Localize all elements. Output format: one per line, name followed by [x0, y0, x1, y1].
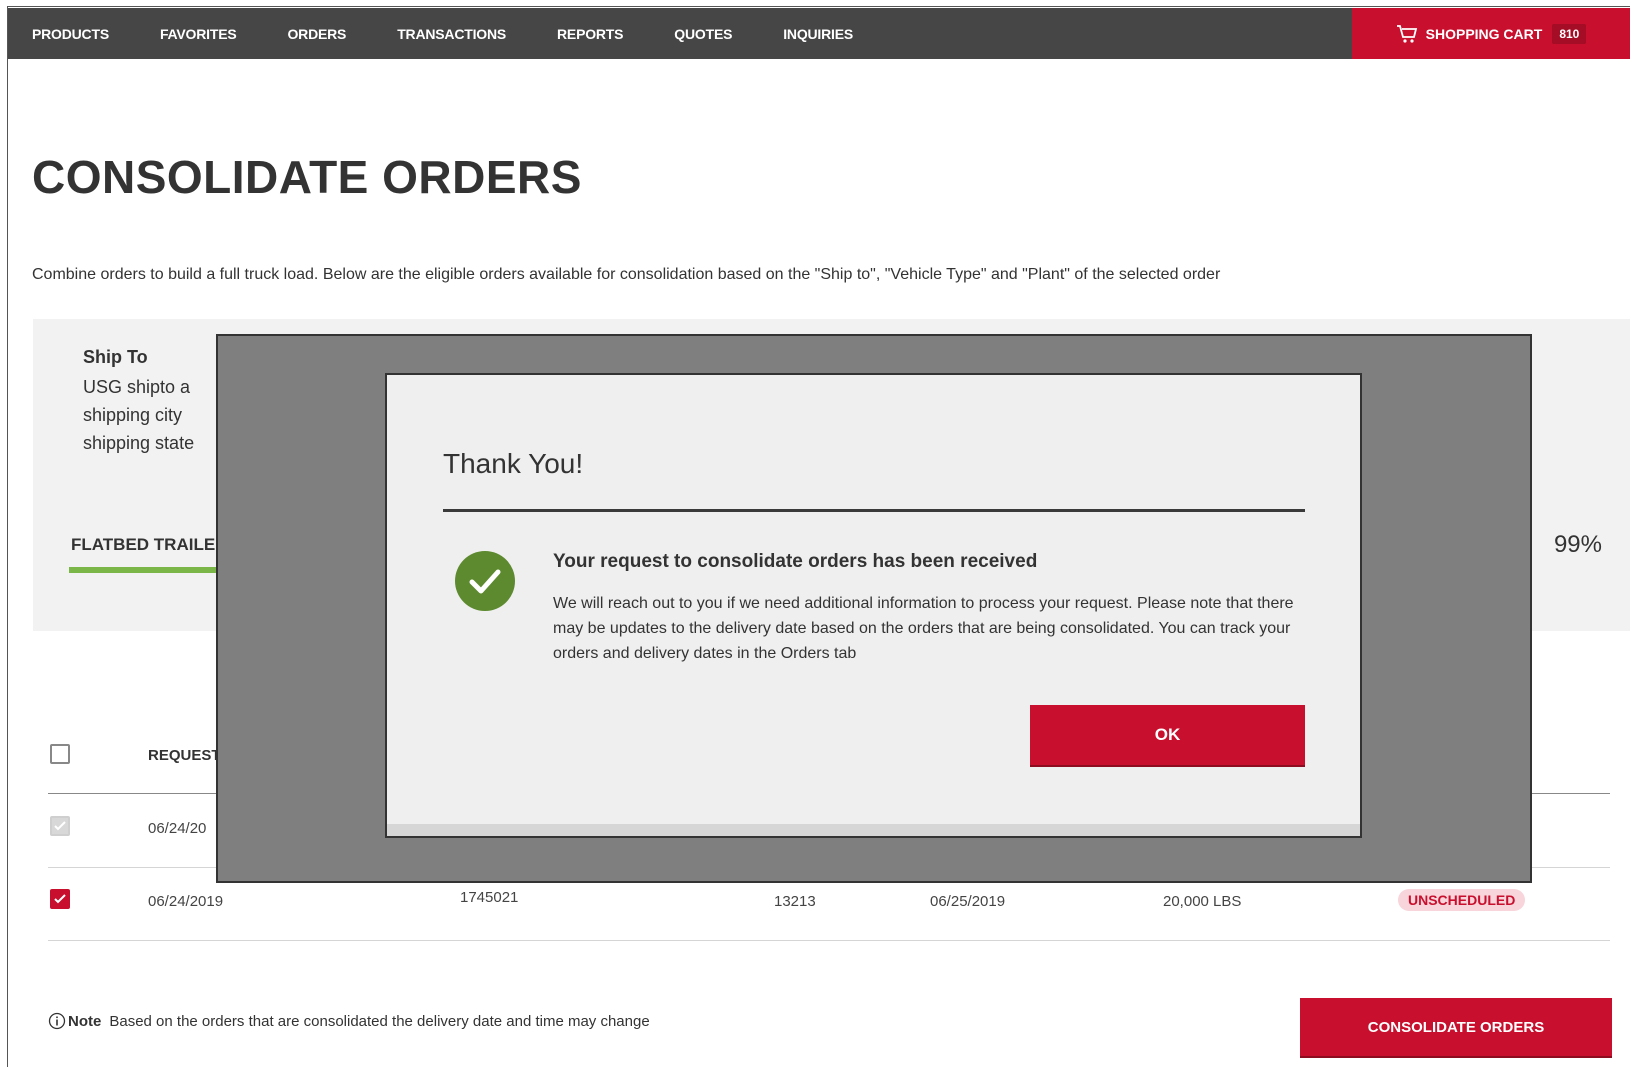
- success-check-icon: [455, 551, 515, 611]
- column-header-request: REQUEST: [148, 747, 221, 764]
- check-icon: [54, 821, 66, 831]
- check-icon: [54, 894, 66, 904]
- ship-to-line-1: USG shipto a: [83, 377, 191, 397]
- cart-label: SHOPPING CART: [1425, 25, 1543, 42]
- consolidate-orders-button[interactable]: CONSOLIDATE ORDERS: [1300, 998, 1612, 1058]
- note-label: Note: [68, 1012, 102, 1030]
- cart-count-badge: 810: [1552, 23, 1587, 44]
- page-description: Combine orders to build a full truck loa…: [32, 266, 1221, 283]
- info-icon: [48, 1012, 66, 1030]
- row-2-request-date: 06/24/2019: [148, 893, 224, 910]
- nav-favorites[interactable]: FAVORITES: [160, 26, 237, 42]
- ship-to-label: Ship To: [83, 347, 148, 367]
- select-all-checkbox[interactable]: [50, 744, 70, 764]
- row-2-checkbox[interactable]: [50, 889, 70, 909]
- top-nav: PRODUCTS FAVORITES ORDERS TRANSACTIONS R…: [8, 8, 1630, 59]
- nav-transactions[interactable]: TRANSACTIONS: [397, 26, 506, 42]
- row-1-checkbox[interactable]: [50, 816, 70, 836]
- row-2-weight: 20,000 LBS: [1163, 893, 1242, 910]
- cart-icon: [1396, 24, 1417, 43]
- nav-products[interactable]: PRODUCTS: [32, 26, 109, 42]
- modal-divider: [443, 509, 1305, 512]
- thank-you-modal: Thank You! Your request to consolidate o…: [385, 373, 1362, 838]
- table-row-divider: [48, 940, 1610, 941]
- row-2-order-number: 1745021: [460, 889, 519, 906]
- ok-button[interactable]: OK: [1030, 705, 1305, 767]
- row-2-delivery-date: 06/25/2019: [930, 893, 1006, 910]
- modal-heading: Your request to consolidate orders has b…: [553, 551, 1038, 572]
- modal-title: Thank You!: [443, 448, 584, 479]
- modal-body-text: We will reach out to you if we need addi…: [553, 595, 1294, 662]
- modal-footer-strip: [387, 824, 1360, 836]
- note-text: Based on the orders that are consolidate…: [109, 1012, 650, 1030]
- nav-quotes[interactable]: QUOTES: [674, 26, 732, 42]
- nav-inquiries[interactable]: INQUIRIES: [783, 26, 853, 42]
- note: Note Based on the orders that are consol…: [48, 1012, 650, 1030]
- shopping-cart-button[interactable]: SHOPPING CART 810: [1352, 8, 1630, 59]
- nav-orders[interactable]: ORDERS: [287, 26, 346, 42]
- status-badge: UNSCHEDULED: [1398, 889, 1526, 911]
- trailer-type-label: FLATBED TRAILE: [71, 535, 216, 554]
- row-2-id: 13213: [774, 893, 816, 910]
- page-title: CONSOLIDATE ORDERS: [32, 151, 582, 203]
- ship-to-line-3: shipping state: [83, 433, 195, 453]
- nav-reports[interactable]: REPORTS: [557, 26, 623, 42]
- ship-to-line-2: shipping city: [83, 405, 183, 425]
- trailer-fill-percent: 99%: [1553, 531, 1602, 558]
- row-1-request-date: 06/24/20: [148, 820, 207, 837]
